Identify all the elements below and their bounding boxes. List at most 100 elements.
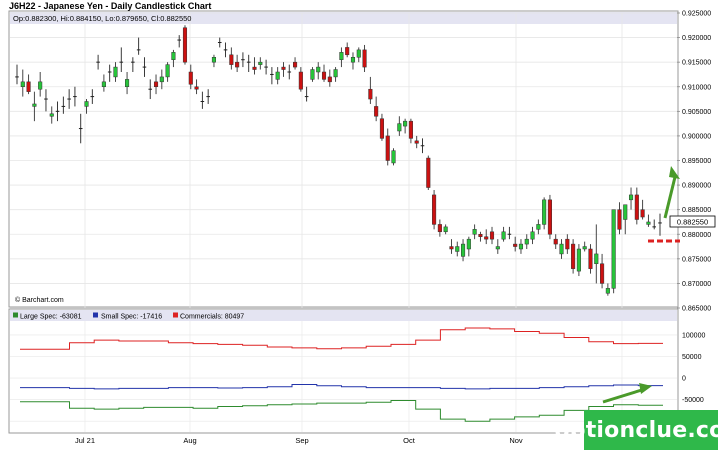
optionclue-watermark: optionclue.com <box>554 410 720 450</box>
price-tick-label: 0.880000 <box>682 232 711 239</box>
ohlc-readout: Op:0.882300, Hi:0.884150, Lo:0.879650, C… <box>13 14 191 23</box>
candle-body <box>379 118 384 139</box>
candle-body <box>472 229 477 235</box>
price-tick-label: 0.875000 <box>682 256 711 263</box>
candle-body <box>281 66 286 70</box>
x-tick-label: Nov <box>509 436 523 445</box>
legend-large-spec: Large Spec: -63081 <box>20 314 82 321</box>
last-price-label: 0.882550 <box>677 218 708 227</box>
candle-body <box>484 236 489 240</box>
candle-body <box>275 71 280 80</box>
candle-body <box>513 243 518 247</box>
price-tick-label: 0.910000 <box>682 84 711 91</box>
candle-body <box>165 64 170 78</box>
candle-body <box>38 81 43 90</box>
candle-body <box>553 238 558 245</box>
cot-tick-label: 100000 <box>682 332 705 339</box>
candle-body <box>571 243 576 269</box>
candle-body <box>374 106 379 117</box>
candle-body <box>356 49 361 58</box>
candle-body <box>466 238 471 250</box>
price-tick-label: 0.895000 <box>682 158 711 165</box>
candle-body <box>350 57 356 63</box>
candle <box>432 190 437 230</box>
candle-body <box>646 221 651 225</box>
x-tick-label: Jul 21 <box>75 436 95 445</box>
candle-body <box>437 224 442 233</box>
candle <box>611 209 616 294</box>
candle-body <box>518 243 524 250</box>
legend-swatch-commercials <box>173 312 178 318</box>
cot-tick-label: -50000 <box>682 397 704 404</box>
candle-body <box>229 54 234 65</box>
candle-body <box>495 246 500 250</box>
candle-body <box>426 157 431 188</box>
candle-body <box>524 238 529 245</box>
candle-body <box>321 71 327 80</box>
candle-body <box>501 231 506 240</box>
candle-body <box>605 288 610 294</box>
price-tick-label: 0.890000 <box>682 183 711 190</box>
candle-body <box>258 61 263 65</box>
candle-body <box>443 226 448 233</box>
candle-body <box>252 66 257 70</box>
candle-body <box>600 263 605 284</box>
chart-title: J6H22 - Japanese Yen - Daily Candlestick… <box>9 1 211 11</box>
candle-body <box>159 76 164 83</box>
candle-body <box>316 66 321 73</box>
candle-body <box>339 52 344 60</box>
candle-body <box>391 150 396 164</box>
x-tick-label: Sep <box>295 436 308 445</box>
cot-tick-label: 0 <box>682 376 686 383</box>
candle-body <box>559 243 564 255</box>
candle-body <box>640 209 645 218</box>
cot-tick-label: 50000 <box>682 354 702 361</box>
candle-body <box>542 199 547 225</box>
candle-body <box>628 194 634 201</box>
candle-body <box>345 47 350 56</box>
candle <box>391 148 396 166</box>
legend-small-spec: Small Spec: -17416 <box>101 314 162 321</box>
price-tick-label: 0.900000 <box>682 133 711 140</box>
candle-body <box>101 81 106 88</box>
candle <box>571 239 576 274</box>
candle-body <box>536 224 541 230</box>
x-tick-label: Aug <box>183 436 196 445</box>
price-tick-label: 0.870000 <box>682 281 711 288</box>
credit-label: © Barchart.com <box>15 296 64 304</box>
candle-body <box>293 61 298 68</box>
candle-body <box>397 123 402 132</box>
candle <box>547 194 552 240</box>
candle-body <box>153 81 159 88</box>
candle-body <box>623 204 628 220</box>
candle-body <box>310 69 315 80</box>
price-tick-label: 0.885000 <box>682 207 711 214</box>
candle-body <box>408 120 413 139</box>
legend-swatch-large-spec <box>13 312 18 318</box>
candle <box>542 197 547 230</box>
candle-body <box>20 81 25 88</box>
price-tick-label: 0.905000 <box>682 109 711 116</box>
candle-body <box>611 209 616 289</box>
price-tick-label: 0.865000 <box>682 306 711 313</box>
candle <box>426 155 431 190</box>
candle-body <box>235 61 240 68</box>
candle-body <box>449 246 454 250</box>
chart-canvas: 0.865000 0.870000 0.875000 0.880000 0.885000… <box>0 0 720 452</box>
candle-body <box>49 113 54 117</box>
candle-body <box>113 66 118 78</box>
candle-body <box>194 86 199 90</box>
candle-body <box>582 246 587 250</box>
candle <box>576 244 581 277</box>
candle-body <box>188 71 193 85</box>
candle-body <box>634 194 639 220</box>
candle-body <box>414 140 419 144</box>
candle-body <box>26 81 31 92</box>
x-tick-label: Oct <box>403 436 416 445</box>
cot-panel-frame <box>8 308 679 434</box>
candle-body <box>617 209 622 230</box>
candle-body <box>530 231 535 240</box>
candle-body <box>333 69 338 78</box>
candle-body <box>125 79 130 87</box>
candle-body <box>588 248 593 269</box>
